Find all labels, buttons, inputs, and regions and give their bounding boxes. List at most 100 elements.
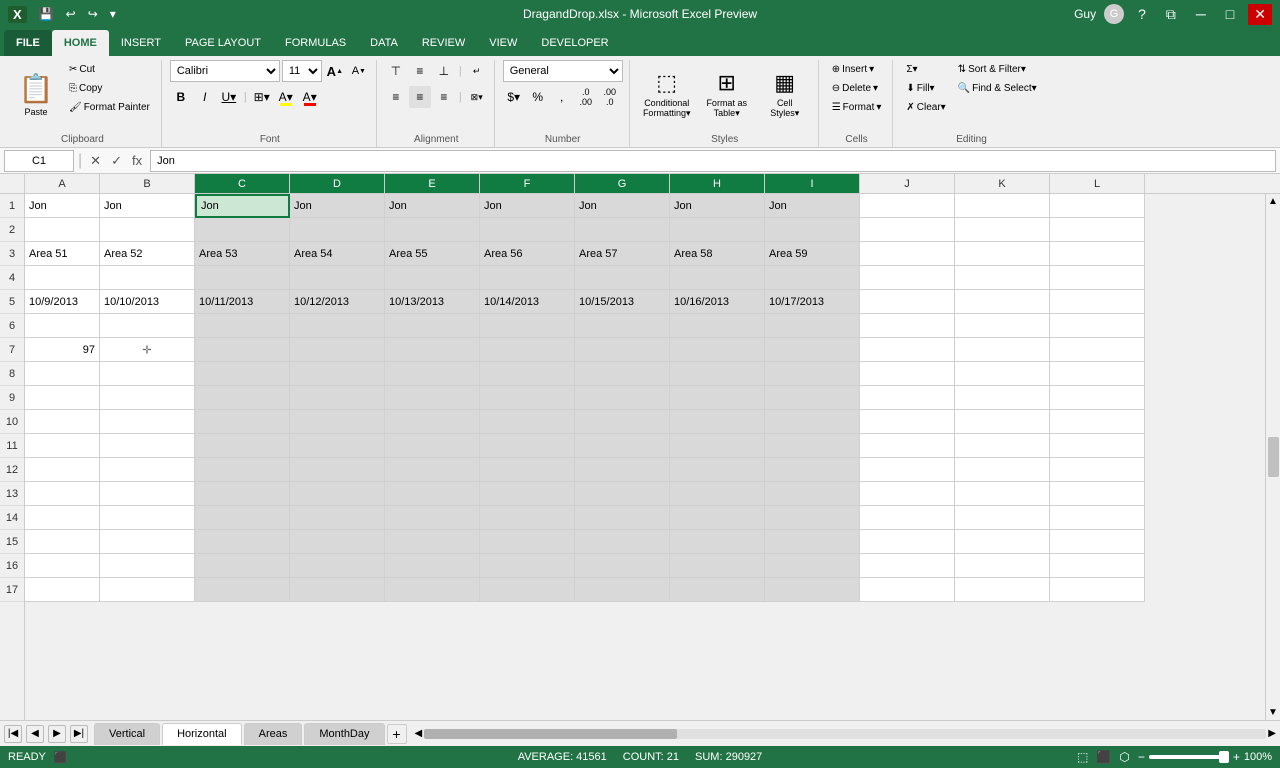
cell-b11[interactable] [100,434,195,458]
cell-b12[interactable] [100,458,195,482]
cell-e3[interactable]: Area 55 [385,242,480,266]
cell-k12[interactable] [955,458,1050,482]
cell-d15[interactable] [290,530,385,554]
cell-a6[interactable] [25,314,100,338]
cell-j7[interactable] [860,338,955,362]
row-header-4[interactable]: 4 [0,266,24,290]
cell-k9[interactable] [955,386,1050,410]
cell-g9[interactable] [575,386,670,410]
cell-l15[interactable] [1050,530,1145,554]
cell-b4[interactable] [100,266,195,290]
cell-i1[interactable]: Jon [765,194,860,218]
cell-h11[interactable] [670,434,765,458]
sheet-tab-monthday[interactable]: MonthDay [304,723,384,745]
cell-i17[interactable] [765,578,860,602]
col-header-f[interactable]: F [480,174,575,193]
cell-e15[interactable] [385,530,480,554]
cell-c2[interactable] [195,218,290,242]
align-top-button[interactable]: ⊤ [385,60,407,82]
cell-c3[interactable]: Area 53 [195,242,290,266]
cell-b10[interactable] [100,410,195,434]
cell-b5[interactable]: 10/10/2013 [100,290,195,314]
cell-g15[interactable] [575,530,670,554]
tab-developer[interactable]: DEVELOPER [529,30,620,56]
row-header-13[interactable]: 13 [0,482,24,506]
cell-e17[interactable] [385,578,480,602]
maximize-button[interactable]: □ [1220,4,1240,24]
cell-f6[interactable] [480,314,575,338]
tab-formulas[interactable]: FORMULAS [273,30,358,56]
row-header-12[interactable]: 12 [0,458,24,482]
cell-l3[interactable] [1050,242,1145,266]
tab-nav-next[interactable]: ▶ [48,725,66,743]
cell-i11[interactable] [765,434,860,458]
qat-more-button[interactable]: ▾ [106,5,120,23]
cell-g4[interactable] [575,266,670,290]
cell-l8[interactable] [1050,362,1145,386]
cut-button[interactable]: ✂Cut [64,60,155,78]
copy-button[interactable]: ⎘Copy [64,79,155,97]
fill-button[interactable]: ⬇ Fill▾ [901,79,950,97]
font-family-select[interactable]: Calibri [170,60,280,82]
page-break-view-button[interactable]: ⬡ [1119,750,1129,764]
row-header-2[interactable]: 2 [0,218,24,242]
zoom-slider[interactable]: − + 100% [1138,750,1272,764]
cell-j4[interactable] [860,266,955,290]
cell-j9[interactable] [860,386,955,410]
formula-input[interactable] [150,150,1276,172]
cell-k10[interactable] [955,410,1050,434]
normal-view-button[interactable]: ⬚ [1077,750,1088,764]
cell-h15[interactable] [670,530,765,554]
cell-f9[interactable] [480,386,575,410]
cell-g6[interactable] [575,314,670,338]
cell-c17[interactable] [195,578,290,602]
align-middle-button[interactable]: ≡ [409,60,431,82]
cell-k2[interactable] [955,218,1050,242]
scroll-up-button[interactable]: ▲ [1266,194,1280,209]
tab-nav-first[interactable]: |◀ [4,725,22,743]
cell-d11[interactable] [290,434,385,458]
cell-k16[interactable] [955,554,1050,578]
underline-button[interactable]: U▾ [218,86,240,108]
cell-d9[interactable] [290,386,385,410]
cell-l7[interactable] [1050,338,1145,362]
find-select-button[interactable]: 🔍 Find & Select▾ [953,79,1042,97]
cell-i12[interactable] [765,458,860,482]
cell-h14[interactable] [670,506,765,530]
bold-button[interactable]: B [170,86,192,108]
cell-i14[interactable] [765,506,860,530]
cell-g8[interactable] [575,362,670,386]
accounting-button[interactable]: $▾ [503,86,525,108]
cell-g14[interactable] [575,506,670,530]
wrap-text-button[interactable]: ↵ [466,60,488,82]
cell-k5[interactable] [955,290,1050,314]
cell-k15[interactable] [955,530,1050,554]
cell-g7[interactable] [575,338,670,362]
tab-nav-prev[interactable]: ◀ [26,725,44,743]
name-box[interactable] [4,150,74,172]
cell-i16[interactable] [765,554,860,578]
font-size-select[interactable]: 11 [282,60,322,82]
tab-data[interactable]: DATA [358,30,410,56]
autosum-button[interactable]: Σ▾ [901,60,950,78]
tab-insert[interactable]: INSERT [109,30,173,56]
cell-d17[interactable] [290,578,385,602]
comma-button[interactable]: , [551,86,573,108]
cell-b9[interactable] [100,386,195,410]
cell-i2[interactable] [765,218,860,242]
qat-undo-button[interactable]: ↩ [62,5,80,23]
scroll-right-button[interactable]: ▶ [1268,728,1276,739]
cell-j2[interactable] [860,218,955,242]
cell-g10[interactable] [575,410,670,434]
row-header-14[interactable]: 14 [0,506,24,530]
tab-view[interactable]: VIEW [477,30,529,56]
zoom-out-button[interactable]: − [1138,750,1145,764]
cell-i9[interactable] [765,386,860,410]
format-button[interactable]: ☰ Format ▾ [827,98,887,116]
cell-d10[interactable] [290,410,385,434]
cell-l4[interactable] [1050,266,1145,290]
help-button[interactable]: ? [1132,4,1152,24]
cell-c9[interactable] [195,386,290,410]
cell-d14[interactable] [290,506,385,530]
paste-button[interactable]: 📋 Paste [10,60,62,128]
